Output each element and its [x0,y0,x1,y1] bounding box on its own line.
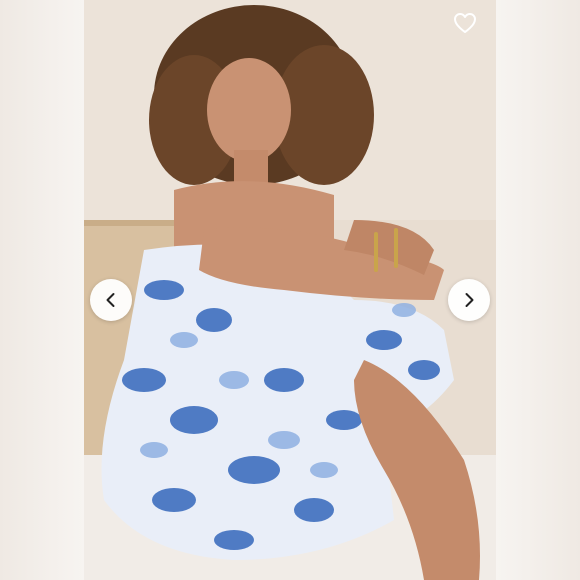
right-blur-backdrop [496,0,580,580]
image-viewer [0,0,580,580]
product-photo-illustration [84,0,496,580]
like-button[interactable] [450,8,480,38]
next-image-button[interactable] [448,279,490,321]
chevron-left-icon [106,293,115,307]
product-photo[interactable] [84,0,496,580]
previous-image-button[interactable] [90,279,132,321]
chevron-right-icon [465,293,474,307]
heart-outline-icon [454,13,476,33]
left-blur-backdrop [0,0,84,580]
